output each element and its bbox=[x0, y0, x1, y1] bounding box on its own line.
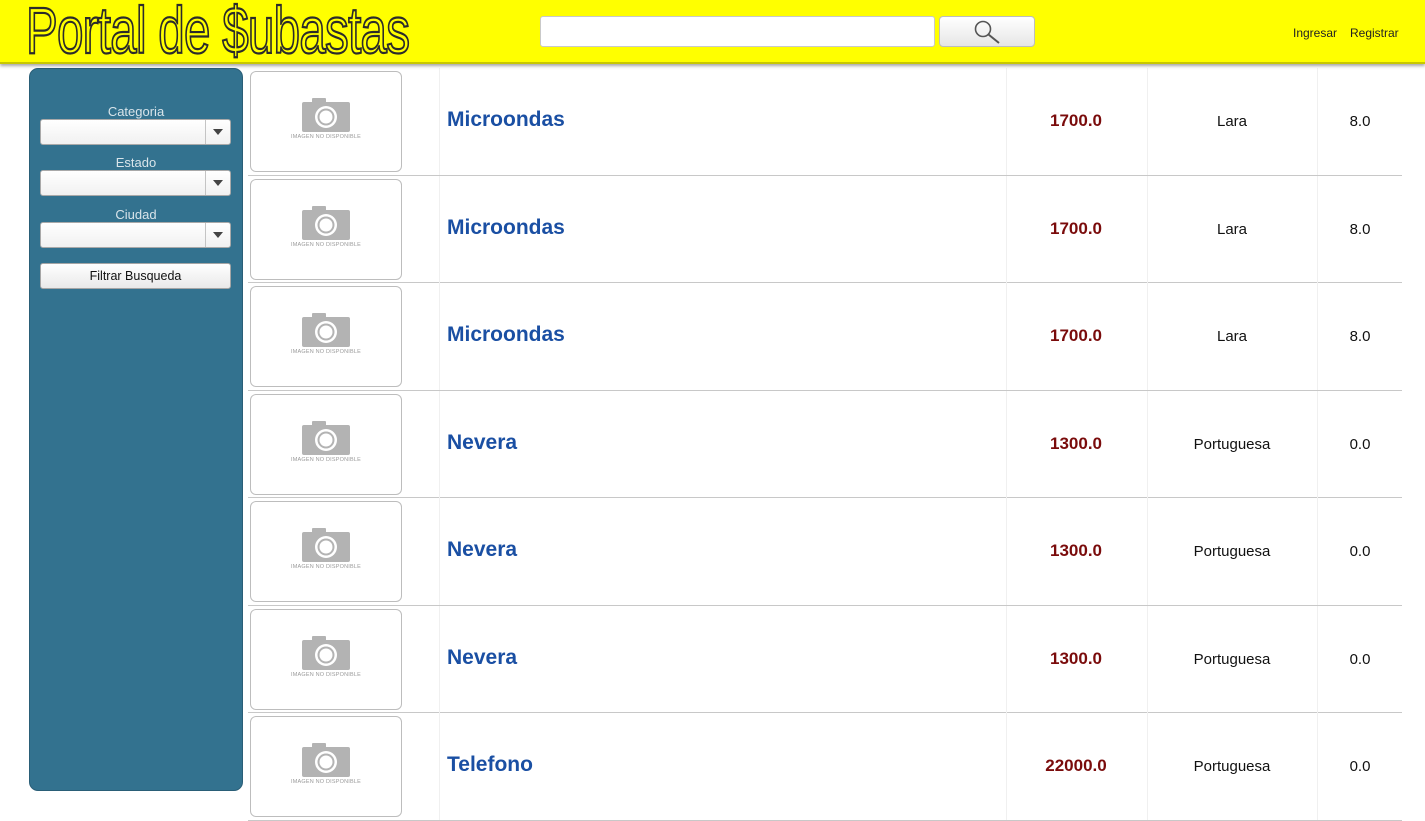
auction-row: IMAGEN NO DISPONIBLE Nevera 1300.0 Portu… bbox=[248, 498, 1402, 606]
chevron-down-icon bbox=[205, 171, 230, 195]
no-image-text: IMAGEN NO DISPONIBLE bbox=[290, 241, 361, 248]
auction-list: IMAGEN NO DISPONIBLE Microondas 1700.0 L… bbox=[248, 68, 1402, 821]
seller-rating: 0.0 bbox=[1349, 435, 1371, 453]
camera-icon bbox=[302, 420, 350, 455]
column-divider bbox=[439, 175, 440, 283]
header-bar: Portal de $ubastas Ingresar Registrar bbox=[0, 0, 1425, 67]
no-image-text: IMAGEN NO DISPONIBLE bbox=[290, 349, 361, 355]
product-thumbnail[interactable]: IMAGEN NO DISPONIBLE bbox=[250, 393, 402, 495]
register-link[interactable]: Registrar bbox=[1350, 26, 1399, 40]
seller-rating: 0.0 bbox=[1349, 758, 1371, 775]
city-label: Ciudad bbox=[115, 207, 157, 222]
product-state: Portuguesa bbox=[1193, 758, 1271, 775]
camera-icon bbox=[302, 528, 350, 562]
product-name-link[interactable]: Telefono bbox=[447, 753, 533, 777]
product-state: Lara bbox=[1216, 328, 1248, 345]
product-price: 22000.0 bbox=[1045, 756, 1107, 775]
seller-rating: 8.0 bbox=[1349, 328, 1371, 345]
seller-rating: 0.0 bbox=[1349, 650, 1371, 668]
no-image-text: IMAGEN NO DISPONIBLE bbox=[290, 456, 361, 463]
product-name-link[interactable]: Nevera bbox=[447, 431, 517, 455]
chevron-down-icon bbox=[205, 223, 230, 247]
city-select[interactable] bbox=[40, 222, 231, 248]
column-divider bbox=[439, 283, 440, 390]
product-name-link[interactable]: Nevera bbox=[447, 538, 517, 562]
column-divider bbox=[439, 713, 440, 820]
product-price: 1700.0 bbox=[1050, 218, 1102, 238]
auction-row: IMAGEN NO DISPONIBLE Microondas 1700.0 L… bbox=[248, 68, 1402, 176]
product-state: Lara bbox=[1216, 220, 1248, 238]
seller-rating: 8.0 bbox=[1349, 113, 1371, 130]
product-thumbnail[interactable]: IMAGEN NO DISPONIBLE bbox=[250, 608, 402, 710]
product-price: 1300.0 bbox=[1050, 648, 1102, 668]
product-price: 1300.0 bbox=[1050, 541, 1102, 560]
product-thumbnail[interactable]: IMAGEN NO DISPONIBLE bbox=[250, 71, 402, 172]
product-thumbnail[interactable]: IMAGEN NO DISPONIBLE bbox=[250, 501, 402, 602]
camera-icon bbox=[302, 313, 350, 347]
no-image-text: IMAGEN NO DISPONIBLE bbox=[290, 671, 361, 678]
product-name-link[interactable]: Nevera bbox=[447, 646, 517, 670]
column-divider bbox=[439, 605, 440, 713]
magnifier-icon bbox=[974, 20, 1000, 44]
no-image-text: IMAGEN NO DISPONIBLE bbox=[290, 564, 361, 570]
no-image-text: IMAGEN NO DISPONIBLE bbox=[290, 134, 361, 140]
seller-rating: 8.0 bbox=[1349, 220, 1371, 238]
login-link[interactable]: Ingresar bbox=[1293, 26, 1337, 40]
auction-row: IMAGEN NO DISPONIBLE Microondas 1700.0 L… bbox=[248, 175, 1402, 283]
auction-row: IMAGEN NO DISPONIBLE Microondas 1700.0 L… bbox=[248, 283, 1402, 391]
site-logo[interactable]: Portal de $ubastas bbox=[25, 0, 411, 67]
auction-row: IMAGEN NO DISPONIBLE Telefono 22000.0 Po… bbox=[248, 713, 1402, 821]
column-divider bbox=[439, 68, 440, 175]
product-thumbnail[interactable]: IMAGEN NO DISPONIBLE bbox=[250, 286, 402, 387]
no-image-text: IMAGEN NO DISPONIBLE bbox=[290, 779, 361, 785]
product-price: 1700.0 bbox=[1050, 111, 1102, 130]
seller-rating: 0.0 bbox=[1349, 543, 1371, 560]
product-name-link[interactable]: Microondas bbox=[447, 108, 565, 132]
camera-icon bbox=[302, 635, 350, 670]
camera-icon bbox=[302, 205, 350, 240]
category-label: Categoria bbox=[107, 104, 165, 119]
state-label: Estado bbox=[115, 155, 157, 170]
product-name-link[interactable]: Microondas bbox=[447, 323, 565, 347]
product-price: 1300.0 bbox=[1050, 433, 1102, 453]
chevron-down-icon bbox=[205, 120, 230, 144]
auction-row: IMAGEN NO DISPONIBLE Nevera 1300.0 Portu… bbox=[248, 605, 1402, 713]
product-state: Portuguesa bbox=[1193, 435, 1271, 453]
column-divider bbox=[439, 498, 440, 605]
product-thumbnail[interactable]: IMAGEN NO DISPONIBLE bbox=[250, 716, 402, 817]
product-name-link[interactable]: Microondas bbox=[447, 216, 565, 240]
category-select[interactable] bbox=[40, 119, 231, 145]
state-select[interactable] bbox=[40, 170, 231, 196]
search-button[interactable] bbox=[939, 16, 1035, 47]
auction-row: IMAGEN NO DISPONIBLE Nevera 1300.0 Portu… bbox=[248, 390, 1402, 498]
product-thumbnail[interactable]: IMAGEN NO DISPONIBLE bbox=[250, 178, 402, 280]
product-state: Portuguesa bbox=[1193, 650, 1271, 668]
camera-icon bbox=[302, 743, 350, 777]
product-state: Portuguesa bbox=[1193, 543, 1271, 560]
search-input[interactable] bbox=[540, 16, 935, 47]
filter-sidebar: Categoria Estado Ciudad Filtrar Busqueda bbox=[29, 68, 243, 791]
filter-search-button[interactable]: Filtrar Busqueda bbox=[40, 263, 231, 289]
product-state: Lara bbox=[1216, 113, 1248, 130]
camera-icon bbox=[302, 98, 350, 132]
product-price: 1700.0 bbox=[1050, 326, 1102, 345]
column-divider bbox=[439, 390, 440, 498]
